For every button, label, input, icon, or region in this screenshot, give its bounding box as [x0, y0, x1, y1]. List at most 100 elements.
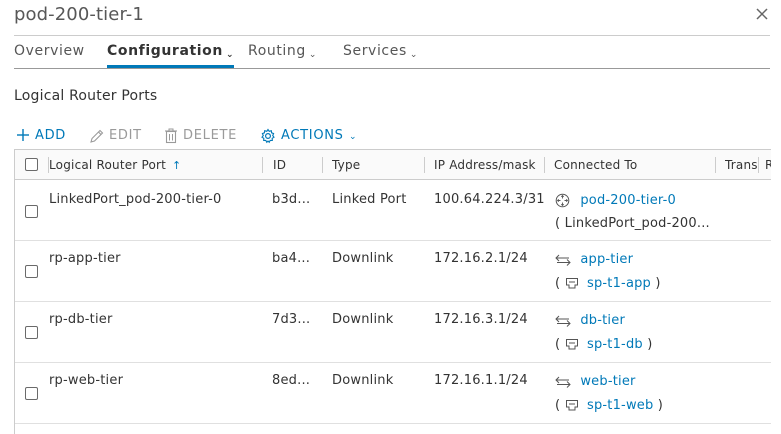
- column-header-ip[interactable]: IP Address/mask: [434, 150, 544, 180]
- actions-menu-button[interactable]: ACTIONS ⌄: [260, 126, 360, 146]
- column-divider: [424, 157, 425, 173]
- connected-to: app-tier: [555, 252, 715, 267]
- close-icon[interactable]: [754, 6, 770, 22]
- port-type: Linked Port: [332, 192, 407, 207]
- port-ip: 172.16.2.1/24: [434, 251, 528, 266]
- connected-subline: ( sp-t1-web ): [555, 398, 715, 413]
- column-header-label: Logical Router Port: [49, 158, 167, 172]
- sort-ascending-icon: ↑: [172, 159, 182, 172]
- gear-icon: [261, 128, 275, 144]
- paren-close: ): [647, 337, 653, 352]
- port-name: rp-app-tier: [49, 251, 121, 266]
- column-header-id[interactable]: ID: [273, 150, 321, 180]
- chevron-down-icon: ⌄: [225, 50, 235, 60]
- plus-icon: [17, 129, 29, 141]
- column-header-type[interactable]: Type: [332, 150, 422, 180]
- row-checkbox[interactable]: [25, 205, 38, 218]
- port-icon: [565, 400, 578, 411]
- page-title: pod-200-tier-1: [14, 4, 144, 25]
- connected-switch-link[interactable]: web-tier: [580, 374, 635, 389]
- pencil-icon: [90, 129, 104, 143]
- row-checkbox[interactable]: [25, 265, 38, 278]
- port-id: ba4...: [272, 251, 311, 266]
- port-type: Downlink: [332, 312, 394, 327]
- port-id: b3d...: [272, 192, 311, 207]
- chevron-down-icon: ⌄: [308, 50, 318, 60]
- section-title: Logical Router Ports: [14, 88, 158, 104]
- tab-bar: Overview Configuration ⌄ Routing ⌄ Service…: [14, 36, 770, 69]
- delete-button[interactable]: DELETE: [164, 126, 254, 146]
- delete-label: DELETE: [183, 128, 238, 143]
- switch-port-link[interactable]: sp-t1-app: [587, 276, 651, 291]
- switch-port-link[interactable]: sp-t1-db: [587, 337, 643, 352]
- paren-close: ): [655, 276, 661, 291]
- port-name: LinkedPort_pod-200-tier-0: [49, 192, 222, 207]
- connected-switch-link[interactable]: app-tier: [580, 252, 633, 267]
- tab-configuration[interactable]: Configuration ⌄: [107, 36, 235, 68]
- connected-subline: ( LinkedPort_pod-200...: [555, 216, 715, 231]
- router-ports-table: Logical Router Port ↑ ID Type IP Address/…: [14, 149, 771, 434]
- connected-subline: ( sp-t1-db ): [555, 337, 715, 352]
- paren-open: (: [555, 216, 561, 231]
- connected-subline: ( sp-t1-app ): [555, 276, 715, 291]
- port-icon: [565, 339, 578, 350]
- port-type: Downlink: [332, 373, 394, 388]
- paren-open: (: [555, 398, 561, 413]
- router-icon: [555, 193, 570, 208]
- connected-switch-link[interactable]: db-tier: [580, 313, 625, 328]
- add-button[interactable]: ADD: [16, 126, 78, 146]
- column-header-port[interactable]: Logical Router Port ↑: [49, 150, 261, 180]
- switch-arrows-icon: [555, 315, 571, 327]
- tab-label: Services: [343, 43, 407, 59]
- chevron-down-icon: ⌄: [349, 132, 358, 142]
- row-checkbox[interactable]: [25, 387, 38, 400]
- port-type: Downlink: [332, 251, 394, 266]
- column-header-transport-zone[interactable]: Transport Zone: [725, 150, 757, 180]
- tab-label: Routing: [248, 43, 306, 59]
- connected-to: db-tier: [555, 313, 715, 328]
- select-all-checkbox[interactable]: [25, 158, 38, 171]
- table-row[interactable]: LinkedPort_pod-200-tier-0 b3d... Linked …: [15, 180, 771, 241]
- port-ip: 172.16.3.1/24: [434, 312, 528, 327]
- switch-port-link[interactable]: sp-t1-web: [587, 398, 653, 413]
- trash-icon: [165, 128, 177, 144]
- port-name: rp-db-tier: [49, 312, 113, 327]
- paren-open: (: [555, 276, 561, 291]
- port-id: 8ed...: [272, 373, 311, 388]
- switch-arrows-icon: [555, 376, 571, 388]
- tab-label: Overview: [14, 43, 85, 59]
- chevron-down-icon: ⌄: [409, 50, 418, 60]
- tab-overview[interactable]: Overview: [14, 36, 85, 68]
- paren-close: ): [657, 398, 664, 413]
- edit-label: EDIT: [109, 128, 142, 143]
- paren-open: (: [555, 337, 561, 352]
- switch-arrows-icon: [555, 254, 571, 266]
- column-header-connected-to[interactable]: Connected To: [554, 150, 714, 180]
- connected-to: web-tier: [555, 374, 715, 389]
- linked-port-label: LinkedPort_pod-200...: [564, 216, 710, 231]
- table-header: Logical Router Port ↑ ID Type IP Address/…: [15, 150, 771, 180]
- edit-button[interactable]: EDIT: [89, 126, 153, 146]
- column-divider: [544, 157, 545, 173]
- port-icon: [565, 278, 578, 289]
- column-divider: [262, 157, 263, 173]
- table-row[interactable]: rp-app-tier ba4... Downlink 172.16.2.1/2…: [15, 241, 771, 302]
- tab-label: Configuration: [107, 43, 223, 59]
- connected-router-link[interactable]: pod-200-tier-0: [580, 193, 676, 208]
- column-divider: [322, 157, 323, 173]
- actions-label: ACTIONS: [281, 128, 344, 143]
- tab-routing[interactable]: Routing ⌄: [248, 36, 317, 68]
- connected-to: pod-200-tier-0: [555, 193, 715, 208]
- table-row[interactable]: rp-db-tier 7d3... Downlink 172.16.3.1/24…: [15, 302, 771, 363]
- row-checkbox[interactable]: [25, 326, 38, 339]
- column-divider: [715, 157, 716, 173]
- add-label: ADD: [35, 128, 67, 143]
- table-row[interactable]: rp-web-tier 8ed... Downlink 172.16.1.1/2…: [15, 363, 771, 424]
- port-ip: 100.64.224.3/31: [434, 192, 544, 207]
- column-divider: [758, 157, 759, 173]
- port-ip: 172.16.1.1/24: [434, 373, 528, 388]
- port-id: 7d3...: [272, 312, 311, 327]
- column-header-r[interactable]: R: [765, 150, 771, 180]
- port-name: rp-web-tier: [49, 373, 124, 388]
- tab-services[interactable]: Services ⌄: [343, 36, 418, 68]
